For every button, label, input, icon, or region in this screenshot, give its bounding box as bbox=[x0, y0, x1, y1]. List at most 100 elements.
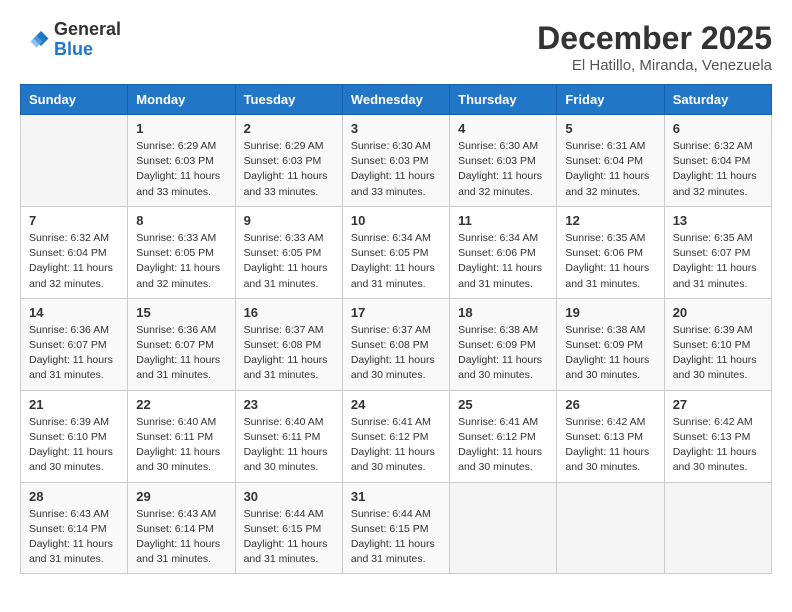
day-info: Sunrise: 6:29 AMSunset: 6:03 PMDaylight:… bbox=[136, 139, 226, 200]
calendar-title: December 2025 bbox=[537, 20, 772, 57]
calendar-cell: 17 Sunrise: 6:37 AMSunset: 6:08 PMDayligh… bbox=[342, 298, 449, 390]
calendar-week-row: 7Sunrise: 6:32 AMSunset: 6:04 PMDaylight… bbox=[21, 206, 772, 298]
day-number: 4 bbox=[458, 121, 548, 136]
day-info: Sunrise: 6:35 AMSunset: 6:07 PMDaylight:… bbox=[673, 231, 763, 292]
calendar-week-row: 21Sunrise: 6:39 AMSunset: 6:10 PMDayligh… bbox=[21, 390, 772, 482]
day-info: Sunrise: 6:34 AMSunset: 6:05 PMDaylight:… bbox=[351, 231, 441, 292]
day-number: 27 bbox=[673, 397, 763, 412]
calendar-cell: 18 Sunrise: 6:38 AMSunset: 6:09 PMDayligh… bbox=[450, 298, 557, 390]
weekday-header-cell: Thursday bbox=[450, 85, 557, 115]
page-header: General Blue December 2025 El Hatillo, M… bbox=[20, 20, 772, 74]
calendar-cell: 7Sunrise: 6:32 AMSunset: 6:04 PMDaylight… bbox=[21, 206, 128, 298]
day-number: 9 bbox=[244, 213, 334, 228]
calendar-cell: 20 Sunrise: 6:39 AMSunset: 6:10 PMDayligh… bbox=[664, 298, 771, 390]
day-number: 8 bbox=[136, 213, 226, 228]
day-info: Sunrise: 6:43 AMSunset: 6:14 PMDaylight:… bbox=[29, 507, 119, 568]
day-info: Sunrise: 6:30 AMSunset: 6:03 PMDaylight:… bbox=[351, 139, 441, 200]
day-number: 28 bbox=[29, 489, 119, 504]
day-info: Sunrise: 6:37 AMSunset: 6:08 PMDaylight:… bbox=[351, 323, 441, 384]
day-number: 25 bbox=[458, 397, 548, 412]
day-info: Sunrise: 6:35 AMSunset: 6:06 PMDaylight:… bbox=[565, 231, 655, 292]
calendar-cell bbox=[557, 482, 664, 574]
day-number: 24 bbox=[351, 397, 441, 412]
logo: General Blue bbox=[20, 20, 121, 60]
calendar-cell: 12Sunrise: 6:35 AMSunset: 6:06 PMDayligh… bbox=[557, 206, 664, 298]
calendar-cell: 31Sunrise: 6:44 AMSunset: 6:15 PMDayligh… bbox=[342, 482, 449, 574]
calendar-cell: 3Sunrise: 6:30 AMSunset: 6:03 PMDaylight… bbox=[342, 115, 449, 207]
day-number: 26 bbox=[565, 397, 655, 412]
day-info: Sunrise: 6:42 AMSunset: 6:13 PMDaylight:… bbox=[673, 415, 763, 476]
day-number: 14 bbox=[29, 305, 119, 320]
day-info: Sunrise: 6:33 AMSunset: 6:05 PMDaylight:… bbox=[244, 231, 334, 292]
calendar-cell: 21Sunrise: 6:39 AMSunset: 6:10 PMDayligh… bbox=[21, 390, 128, 482]
calendar-week-row: 14 Sunrise: 6:36 AMSunset: 6:07 PMDayligh… bbox=[21, 298, 772, 390]
calendar-subtitle: El Hatillo, Miranda, Venezuela bbox=[537, 57, 772, 74]
calendar-cell: 5 Sunrise: 6:31 AMSunset: 6:04 PMDaylight… bbox=[557, 115, 664, 207]
calendar-cell: 4 Sunrise: 6:30 AMSunset: 6:03 PMDaylight… bbox=[450, 115, 557, 207]
day-number: 23 bbox=[244, 397, 334, 412]
calendar-cell: 10 Sunrise: 6:34 AMSunset: 6:05 PMDayligh… bbox=[342, 206, 449, 298]
calendar-cell: 28 Sunrise: 6:43 AMSunset: 6:14 PMDayligh… bbox=[21, 482, 128, 574]
day-number: 2 bbox=[244, 121, 334, 136]
calendar-cell: 2Sunrise: 6:29 AMSunset: 6:03 PMDaylight… bbox=[235, 115, 342, 207]
day-number: 29 bbox=[136, 489, 226, 504]
weekday-header-cell: Wednesday bbox=[342, 85, 449, 115]
day-number: 16 bbox=[244, 305, 334, 320]
day-number: 13 bbox=[673, 213, 763, 228]
day-number: 7 bbox=[29, 213, 119, 228]
logo-text: General Blue bbox=[54, 20, 121, 60]
calendar-cell bbox=[21, 115, 128, 207]
logo-icon bbox=[20, 25, 50, 55]
day-number: 18 bbox=[458, 305, 548, 320]
weekday-header-cell: Saturday bbox=[664, 85, 771, 115]
calendar-cell: 1 Sunrise: 6:29 AMSunset: 6:03 PMDaylight… bbox=[128, 115, 235, 207]
day-number: 20 bbox=[673, 305, 763, 320]
calendar-cell bbox=[664, 482, 771, 574]
day-info: Sunrise: 6:44 AMSunset: 6:15 PMDaylight:… bbox=[244, 507, 334, 568]
day-info: Sunrise: 6:39 AMSunset: 6:10 PMDaylight:… bbox=[673, 323, 763, 384]
day-info: Sunrise: 6:41 AMSunset: 6:12 PMDaylight:… bbox=[458, 415, 548, 476]
day-number: 6 bbox=[673, 121, 763, 136]
calendar-cell: 19Sunrise: 6:38 AMSunset: 6:09 PMDayligh… bbox=[557, 298, 664, 390]
calendar-cell: 23 Sunrise: 6:40 AMSunset: 6:11 PMDayligh… bbox=[235, 390, 342, 482]
calendar-week-row: 1 Sunrise: 6:29 AMSunset: 6:03 PMDaylight… bbox=[21, 115, 772, 207]
calendar-cell bbox=[450, 482, 557, 574]
calendar-cell: 15 Sunrise: 6:36 AMSunset: 6:07 PMDayligh… bbox=[128, 298, 235, 390]
day-info: Sunrise: 6:40 AMSunset: 6:11 PMDaylight:… bbox=[244, 415, 334, 476]
weekday-header-cell: Tuesday bbox=[235, 85, 342, 115]
day-info: Sunrise: 6:37 AMSunset: 6:08 PMDaylight:… bbox=[244, 323, 334, 384]
calendar-cell: 27 Sunrise: 6:42 AMSunset: 6:13 PMDayligh… bbox=[664, 390, 771, 482]
day-number: 21 bbox=[29, 397, 119, 412]
calendar-cell: 14 Sunrise: 6:36 AMSunset: 6:07 PMDayligh… bbox=[21, 298, 128, 390]
title-block: December 2025 El Hatillo, Miranda, Venez… bbox=[537, 20, 772, 74]
day-info: Sunrise: 6:42 AMSunset: 6:13 PMDaylight:… bbox=[565, 415, 655, 476]
calendar-cell: 8Sunrise: 6:33 AMSunset: 6:05 PMDaylight… bbox=[128, 206, 235, 298]
weekday-header-cell: Sunday bbox=[21, 85, 128, 115]
calendar-cell: 11Sunrise: 6:34 AMSunset: 6:06 PMDayligh… bbox=[450, 206, 557, 298]
calendar-table: SundayMondayTuesdayWednesdayThursdayFrid… bbox=[20, 84, 772, 574]
day-info: Sunrise: 6:38 AMSunset: 6:09 PMDaylight:… bbox=[458, 323, 548, 384]
day-number: 5 bbox=[565, 121, 655, 136]
day-info: Sunrise: 6:36 AMSunset: 6:07 PMDaylight:… bbox=[136, 323, 226, 384]
day-number: 1 bbox=[136, 121, 226, 136]
calendar-week-row: 28 Sunrise: 6:43 AMSunset: 6:14 PMDayligh… bbox=[21, 482, 772, 574]
day-info: Sunrise: 6:30 AMSunset: 6:03 PMDaylight:… bbox=[458, 139, 548, 200]
calendar-cell: 30 Sunrise: 6:44 AMSunset: 6:15 PMDayligh… bbox=[235, 482, 342, 574]
day-info: Sunrise: 6:31 AMSunset: 6:04 PMDaylight:… bbox=[565, 139, 655, 200]
calendar-cell: 26 Sunrise: 6:42 AMSunset: 6:13 PMDayligh… bbox=[557, 390, 664, 482]
day-number: 10 bbox=[351, 213, 441, 228]
day-info: Sunrise: 6:40 AMSunset: 6:11 PMDaylight:… bbox=[136, 415, 226, 476]
day-info: Sunrise: 6:32 AMSunset: 6:04 PMDaylight:… bbox=[673, 139, 763, 200]
day-info: Sunrise: 6:43 AMSunset: 6:14 PMDaylight:… bbox=[136, 507, 226, 568]
day-number: 30 bbox=[244, 489, 334, 504]
day-number: 17 bbox=[351, 305, 441, 320]
calendar-cell: 22 Sunrise: 6:40 AMSunset: 6:11 PMDayligh… bbox=[128, 390, 235, 482]
day-info: Sunrise: 6:36 AMSunset: 6:07 PMDaylight:… bbox=[29, 323, 119, 384]
calendar-cell: 29 Sunrise: 6:43 AMSunset: 6:14 PMDayligh… bbox=[128, 482, 235, 574]
day-number: 22 bbox=[136, 397, 226, 412]
day-number: 19 bbox=[565, 305, 655, 320]
calendar-cell: 25 Sunrise: 6:41 AMSunset: 6:12 PMDayligh… bbox=[450, 390, 557, 482]
day-info: Sunrise: 6:34 AMSunset: 6:06 PMDaylight:… bbox=[458, 231, 548, 292]
day-number: 15 bbox=[136, 305, 226, 320]
calendar-cell: 24Sunrise: 6:41 AMSunset: 6:12 PMDayligh… bbox=[342, 390, 449, 482]
